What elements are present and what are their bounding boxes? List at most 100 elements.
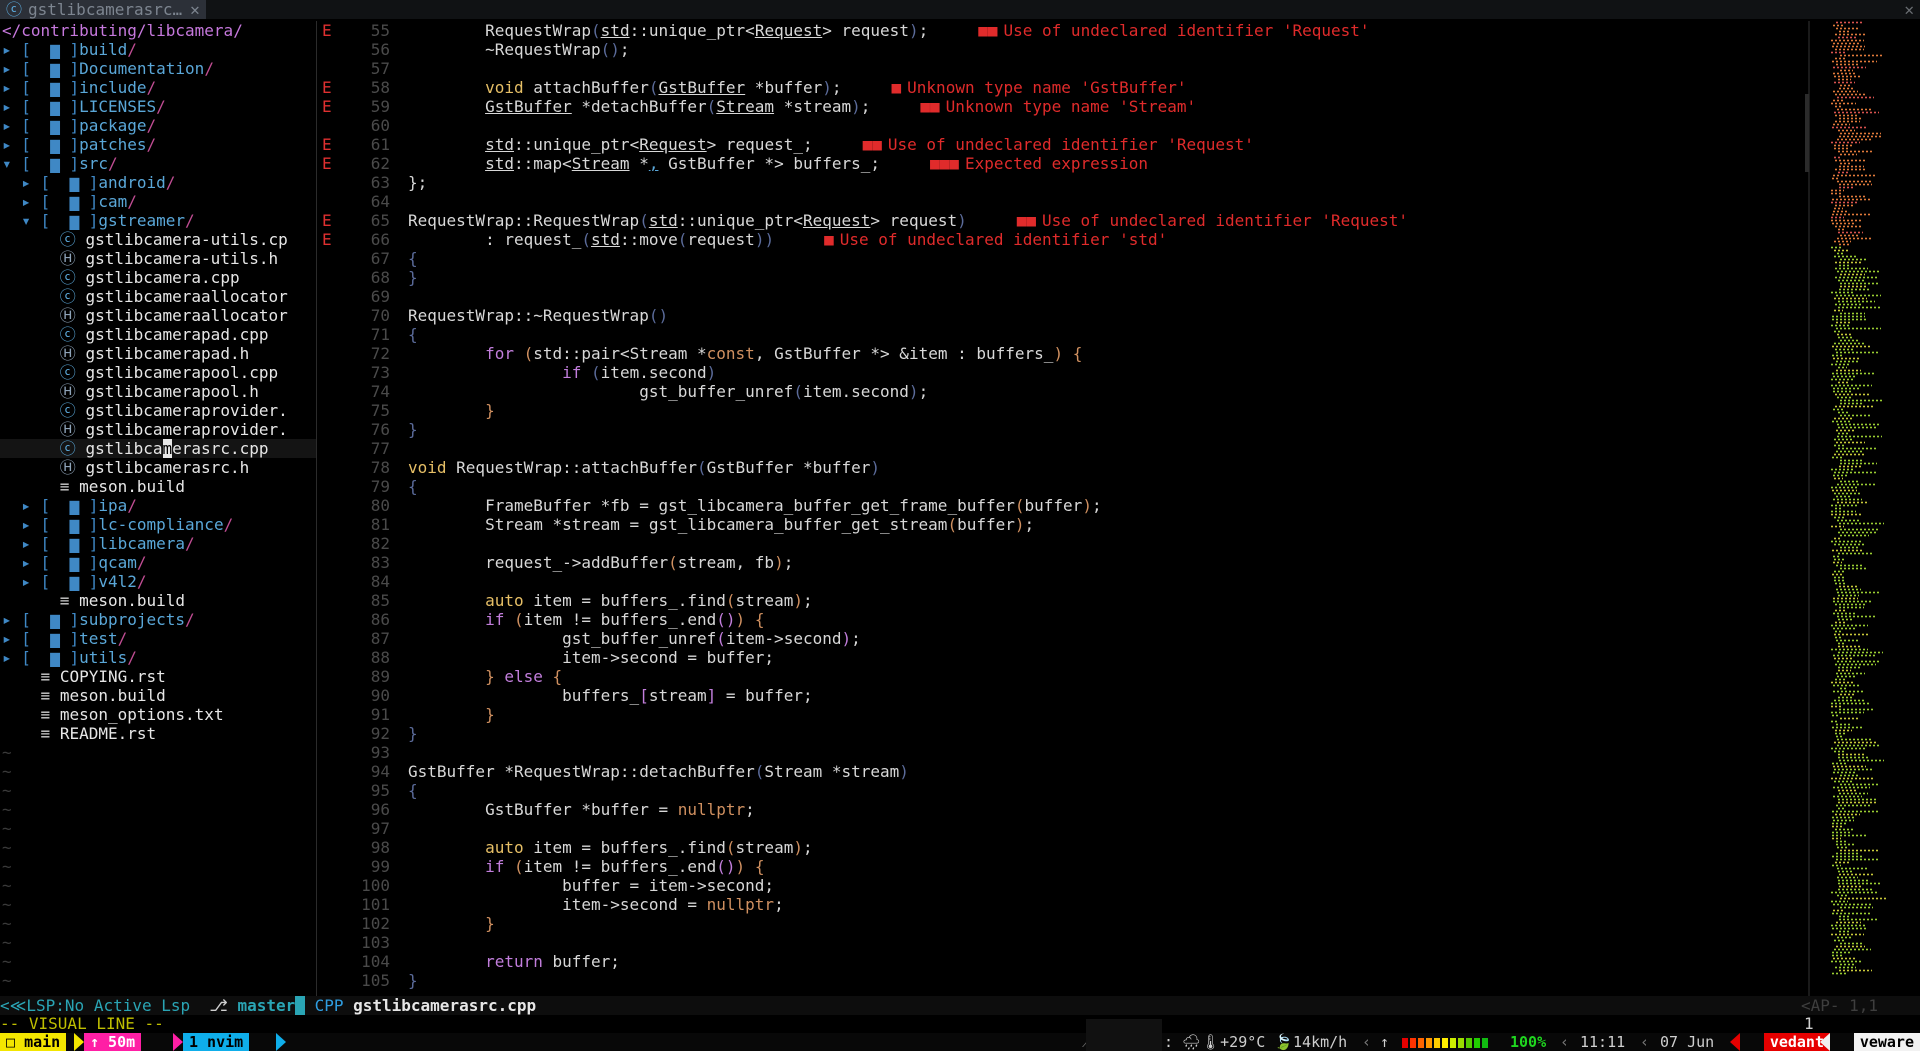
chevron-down-icon[interactable]: ▾ <box>2 154 12 173</box>
chevron-right-icon[interactable]: ▸ <box>2 40 12 59</box>
code-line[interactable]: 104 return buffer; <box>318 952 1808 971</box>
code-line[interactable]: 56 ~RequestWrap(); <box>318 40 1808 59</box>
chevron-right-icon[interactable]: ▸ <box>21 496 31 515</box>
tree-folder[interactable]: ▸ [ ▆ ]test/ <box>0 629 316 648</box>
code-minimap[interactable] <box>1830 21 1910 997</box>
code-line[interactable]: 96 GstBuffer *buffer = nullptr; <box>318 800 1808 819</box>
tree-file[interactable]: ≡ meson.build <box>0 477 316 496</box>
code-line[interactable]: 69 <box>318 287 1808 306</box>
code-line[interactable]: 101 item->second = nullptr; <box>318 895 1808 914</box>
tree-file[interactable]: ⓒ gstlibcamerapad.cpp <box>0 325 316 344</box>
code-line[interactable]: E 66 : request_(std::move(request)) ■ Use o… <box>318 230 1808 249</box>
chevron-right-icon[interactable]: ▸ <box>2 78 12 97</box>
tree-folder[interactable]: ▸ [ ▆ ]include/ <box>0 78 316 97</box>
chevron-right-icon[interactable]: ▸ <box>21 572 31 591</box>
code-line[interactable]: 67 { <box>318 249 1808 268</box>
tmux-window[interactable]: 1 nvim <box>183 1033 250 1051</box>
code-line[interactable]: 91 } <box>318 705 1808 724</box>
code-line[interactable]: 102 } <box>318 914 1808 933</box>
tree-file[interactable]: Ⓗ gstlibcamerasrc.h <box>0 458 316 477</box>
tree-file[interactable]: ⓒ gstlibcamerapool.cpp <box>0 363 316 382</box>
chevron-right-icon[interactable]: ▸ <box>21 173 31 192</box>
tree-file[interactable]: ≡ README.rst <box>0 724 316 743</box>
code-line[interactable]: 84 <box>318 572 1808 591</box>
code-line[interactable]: 98 auto item = buffers_.find(stream); <box>318 838 1808 857</box>
tree-folder[interactable]: ▸ [ ▆ ]cam/ <box>0 192 316 211</box>
tree-file[interactable]: ≡ COPYING.rst <box>0 667 316 686</box>
chevron-right-icon[interactable]: ▸ <box>2 135 12 154</box>
code-line[interactable]: 76} <box>318 420 1808 439</box>
code-line[interactable]: 87 gst_buffer_unref(item->second); <box>318 629 1808 648</box>
code-line[interactable]: 103 <box>318 933 1808 952</box>
code-line[interactable]: E 65 RequestWrap::RequestWrap(std::unique_… <box>318 211 1808 230</box>
chevron-right-icon[interactable]: ▸ <box>21 534 31 553</box>
tree-file[interactable]: Ⓗ gstlibcameraallocator <box>0 306 316 325</box>
chevron-right-icon[interactable]: ▸ <box>21 553 31 572</box>
code-line[interactable]: 92} <box>318 724 1808 743</box>
code-line[interactable]: 99 if (item != buffers_.end()) { <box>318 857 1808 876</box>
code-line[interactable]: 85 auto item = buffers_.find(stream); <box>318 591 1808 610</box>
scrollbar-thumb[interactable] <box>1805 94 1809 172</box>
code-line[interactable]: 57 <box>318 59 1808 78</box>
tree-folder[interactable]: ▸ [ ▆ ]build/ <box>0 40 316 59</box>
tree-folder[interactable]: ▸ [ ▆ ]package/ <box>0 116 316 135</box>
code-line[interactable]: 60 <box>318 116 1808 135</box>
code-line[interactable]: 83 request_->addBuffer(stream, fb); <box>318 553 1808 572</box>
code-line[interactable]: 70 RequestWrap::~RequestWrap() <box>318 306 1808 325</box>
code-line[interactable]: E 62 std::map<Stream *, GstBuffer *> buff… <box>318 154 1808 173</box>
code-line[interactable]: 93 <box>318 743 1808 762</box>
tab-close-icon[interactable]: ✕ <box>190 0 200 19</box>
chevron-right-icon[interactable]: ▸ <box>2 116 12 135</box>
code-line[interactable]: 82 <box>318 534 1808 553</box>
chevron-right-icon[interactable]: ▸ <box>2 59 12 78</box>
tree-folder[interactable]: ▸ [ ▆ ]LICENSES/ <box>0 97 316 116</box>
chevron-right-icon[interactable]: ▸ <box>2 610 12 629</box>
code-line[interactable]: 77 <box>318 439 1808 458</box>
code-line[interactable]: 97 <box>318 819 1808 838</box>
tree-folder[interactable]: ▾ [ ▆ ]gstreamer/ <box>0 211 316 230</box>
code-line[interactable]: 74 gst_buffer_unref(item.second); <box>318 382 1808 401</box>
tree-file[interactable]: Ⓗ gstlibcameraprovider. <box>0 420 316 439</box>
code-line[interactable]: 105} <box>318 971 1808 990</box>
tree-folder[interactable]: ▸ [ ▆ ]utils/ <box>0 648 316 667</box>
code-line[interactable]: 94 GstBuffer *RequestWrap::detachBuffer(S… <box>318 762 1808 781</box>
chevron-right-icon[interactable]: ▸ <box>2 629 12 648</box>
tree-file[interactable]: ≡ meson.build <box>0 686 316 705</box>
code-line[interactable]: E 58 void attachBuffer(GstBuffer *buffer)… <box>318 78 1808 97</box>
code-line[interactable]: 86 if (item != buffers_.end()) { <box>318 610 1808 629</box>
tree-file[interactable]: ⓒ gstlibcamera.cpp <box>0 268 316 287</box>
window-close-icon[interactable]: ✕ <box>1904 0 1914 19</box>
tree-file[interactable]: ⓒ gstlibcamerasrc.cpp <box>0 439 316 458</box>
code-line[interactable]: 89 } else { <box>318 667 1808 686</box>
code-line[interactable]: E 59 GstBuffer *detachBuffer(Stream *stre… <box>318 97 1808 116</box>
tree-folder[interactable]: ▸ [ ▆ ]subprojects/ <box>0 610 316 629</box>
explorer-root-path[interactable]: </contributing/libcamera/ <box>0 21 316 40</box>
code-line[interactable]: 88 item->second = buffer; <box>318 648 1808 667</box>
chevron-right-icon[interactable]: ▸ <box>2 648 12 667</box>
tree-folder[interactable]: ▸ [ ▆ ]android/ <box>0 173 316 192</box>
tree-file[interactable]: ≡ meson_options.txt <box>0 705 316 724</box>
tree-folder[interactable]: ▾ [ ▆ ]src/ <box>0 154 316 173</box>
chevron-right-icon[interactable]: ▸ <box>2 97 12 116</box>
code-line[interactable]: 79 { <box>318 477 1808 496</box>
code-line[interactable]: 73 if (item.second) <box>318 363 1808 382</box>
tree-folder[interactable]: ▸ [ ▆ ]libcamera/ <box>0 534 316 553</box>
code-line[interactable]: 90 buffers_[stream] = buffer; <box>318 686 1808 705</box>
tree-file[interactable]: Ⓗ gstlibcamera-utils.h <box>0 249 316 268</box>
tree-folder[interactable]: ▸ [ ▆ ]ipa/ <box>0 496 316 515</box>
code-line[interactable]: 78 void RequestWrap::attachBuffer(GstBuff… <box>318 458 1808 477</box>
window-separator[interactable] <box>316 21 317 997</box>
tree-file[interactable]: ≡ meson.build <box>0 591 316 610</box>
tree-file[interactable]: ⓒ gstlibcamera-utils.cp <box>0 230 316 249</box>
code-line[interactable]: 95 { <box>318 781 1808 800</box>
code-line[interactable]: 64 <box>318 192 1808 211</box>
tmux-session[interactable]: □ main <box>0 1033 67 1051</box>
tree-file[interactable]: Ⓗ gstlibcamerapad.h <box>0 344 316 363</box>
chevron-down-icon[interactable]: ▾ <box>21 211 31 230</box>
tree-file[interactable]: ⓒ gstlibcameraprovider. <box>0 401 316 420</box>
code-editor[interactable]: E 55 RequestWrap(std::unique_ptr<Request>… <box>318 21 1808 997</box>
chevron-right-icon[interactable]: ▸ <box>21 192 31 211</box>
code-line[interactable]: 68} <box>318 268 1808 287</box>
code-line[interactable]: 71 { <box>318 325 1808 344</box>
code-line[interactable]: 72 for (std::pair<Stream *const, GstBuff… <box>318 344 1808 363</box>
